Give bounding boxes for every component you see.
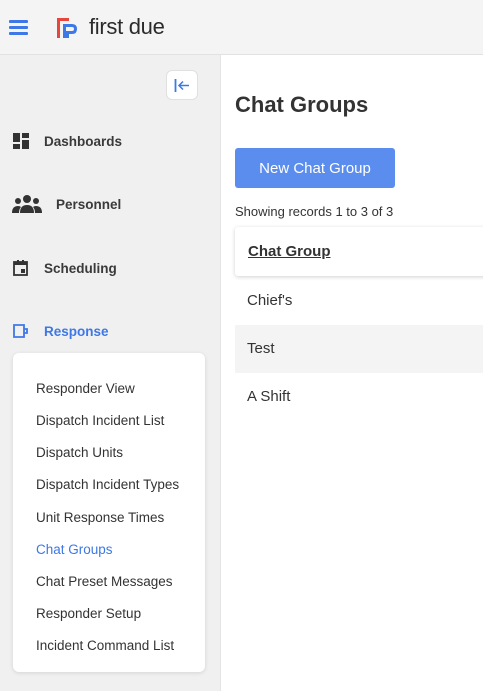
sidebar-item-dashboards[interactable]: Dashboards [12,128,122,154]
sidebar-item-personnel[interactable]: Personnel [12,191,121,217]
hamburger-menu-icon[interactable] [9,20,28,35]
table-row[interactable]: A Shift [235,373,483,421]
submenu-item-dispatch-incident-types[interactable]: Dispatch Incident Types [36,477,179,492]
submenu-item-dispatch-units[interactable]: Dispatch Units [36,445,123,460]
first-due-logo-icon [57,18,77,38]
chat-group-name: A Shift [247,388,291,405]
submenu-item-dispatch-incident-list[interactable]: Dispatch Incident List [36,413,164,428]
sidebar-item-label: Response [44,323,109,339]
response-icon [12,321,32,341]
table-row[interactable]: Chief's [235,277,483,325]
submenu-item-chat-groups[interactable]: Chat Groups [36,542,113,557]
sidebar-item-label: Scheduling [44,260,117,276]
table-header: Chat Group [235,227,483,276]
new-chat-group-button[interactable]: New Chat Group [235,148,395,188]
records-count: Showing records 1 to 3 of 3 [235,204,394,219]
people-icon [12,194,44,214]
logo-text: first due [89,14,165,39]
submenu-item-responder-setup[interactable]: Responder Setup [36,606,141,621]
top-bar: first due [0,0,483,55]
sidebar-item-label: Personnel [56,196,122,212]
table-row[interactable]: Test [235,325,483,373]
dashboard-icon [12,131,32,151]
chat-group-name: Chief's [247,292,293,309]
submenu-item-chat-preset-messages[interactable]: Chat Preset Messages [36,574,173,589]
collapse-left-icon [174,79,189,92]
response-submenu: Responder View Dispatch Incident List Di… [13,353,205,672]
sidebar-item-label: Dashboards [44,133,123,149]
sidebar-item-scheduling[interactable]: Scheduling [12,255,117,281]
submenu-item-responder-view[interactable]: Responder View [36,381,135,396]
submenu-item-incident-command-list[interactable]: Incident Command List [36,638,174,653]
sidebar: Dashboards Personnel Scheduling Response… [0,55,221,691]
page-title: Chat Groups [235,92,369,117]
calendar-icon [12,258,32,278]
collapse-sidebar-button[interactable] [166,70,198,100]
submenu-item-unit-response-times[interactable]: Unit Response Times [36,510,164,525]
column-header-chat-group[interactable]: Chat Group [248,243,331,260]
sidebar-item-response[interactable]: Response [12,318,109,344]
chat-group-name: Test [247,340,275,357]
